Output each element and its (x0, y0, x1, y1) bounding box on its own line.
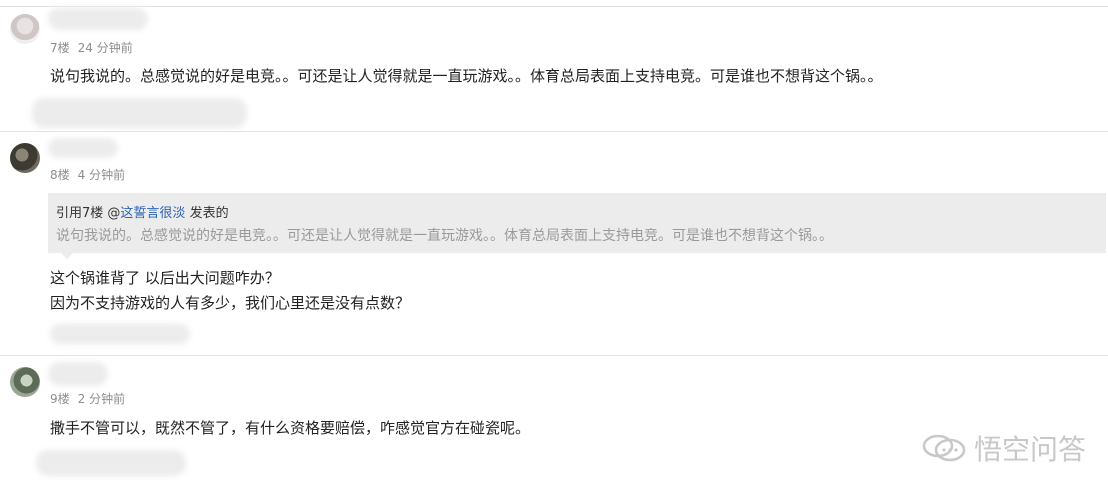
blurred-username (48, 8, 148, 30)
floor-label: 8楼 (50, 168, 70, 182)
quote-suffix: 发表的 (189, 206, 229, 221)
comment-line: 因为不支持游戏的人有多少，我们心里还是没有点数？ (50, 294, 411, 312)
blurred-username (48, 138, 118, 158)
watermark: 悟空问答 (922, 428, 1086, 468)
at-sign: @ (107, 206, 121, 221)
quote-prefix: 引用7楼 (56, 206, 104, 221)
comment-line: 这个锅谁背了 以后出大问题咋办？ (50, 269, 280, 287)
divider (0, 6, 1108, 7)
quote-text: 说句我说的。总感觉说的好是电竞。。可还是让人觉得就是一直玩游戏。。体育总局表面上… (56, 228, 833, 244)
timestamp: 4 分钟前 (77, 168, 126, 182)
divider (0, 355, 1108, 356)
blurred-actions (32, 98, 247, 128)
blurred-username (48, 362, 108, 386)
comment-text: 撒手不管可以，既然不管了，有什么资格要赔偿，咋感觉官方在碰瓷呢。 (50, 419, 531, 437)
blurred-actions (50, 324, 190, 344)
divider (0, 131, 1108, 132)
quote-header: 引用7楼 @这誓言很淡 发表的 (56, 202, 229, 221)
blurred-actions (36, 450, 186, 476)
avatar[interactable] (10, 143, 40, 173)
quote-user-link[interactable]: 这誓言很淡 (120, 206, 185, 221)
timestamp: 2 分钟前 (77, 392, 126, 406)
comment-meta: 8楼 4 分钟前 (50, 166, 125, 183)
floor-label: 7楼 (50, 41, 70, 55)
quote-block: 引用7楼 @这誓言很淡 发表的 说句我说的。总感觉说的好是电竞。。可还是让人觉得… (48, 193, 1106, 253)
watermark-text: 悟空问答 (973, 433, 1086, 466)
avatar[interactable] (10, 14, 40, 44)
comment-text: 说句我说的。总感觉说的好是电竞。。可还是让人觉得就是一直玩游戏。。体育总局表面上… (50, 67, 883, 85)
comment-meta: 9楼 2 分钟前 (50, 390, 125, 407)
avatar[interactable] (10, 367, 40, 397)
comment-meta: 7楼 24 分钟前 (50, 39, 133, 56)
speech-bubbles-icon (922, 434, 966, 462)
quote-tail (61, 253, 73, 259)
floor-label: 9楼 (50, 392, 70, 406)
timestamp: 24 分钟前 (77, 41, 133, 55)
comment-thread: 7楼 24 分钟前 说句我说的。总感觉说的好是电竞。。可还是让人觉得就是一直玩游戏… (0, 0, 1108, 484)
